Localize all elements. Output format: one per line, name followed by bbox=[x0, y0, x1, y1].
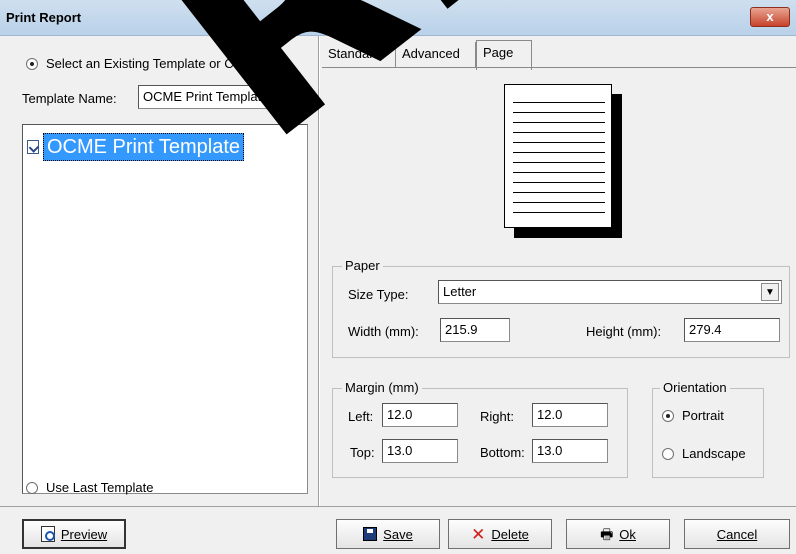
cancel-button[interactable]: Cancel bbox=[684, 519, 790, 549]
page-preview bbox=[504, 84, 622, 238]
last-template-radio[interactable] bbox=[26, 481, 38, 494]
margin-top-input[interactable]: 13.0 bbox=[382, 439, 458, 463]
ok-button[interactable]: 🖶 Ok bbox=[566, 519, 670, 549]
size-type-select[interactable]: Letter ▼ bbox=[438, 280, 782, 304]
preview-button[interactable]: Preview bbox=[22, 519, 126, 549]
close-icon: x bbox=[766, 9, 774, 24]
height-label: Height (mm): bbox=[586, 324, 662, 339]
template-name-input[interactable]: OCME Print Template bbox=[138, 85, 308, 109]
orientation-legend: Orientation bbox=[660, 380, 730, 395]
landscape-radio[interactable] bbox=[662, 447, 674, 460]
tab-page[interactable]: Page bbox=[476, 40, 532, 70]
cancel-label: Cancel bbox=[716, 526, 758, 542]
orientation-group bbox=[652, 388, 764, 478]
tab-standard[interactable]: Standard bbox=[322, 42, 396, 68]
margin-left-input[interactable]: 12.0 bbox=[382, 403, 458, 427]
last-template-option[interactable]: Use Last Template bbox=[26, 480, 153, 495]
printer-icon: 🖶 bbox=[600, 525, 614, 542]
margin-right-label: Right: bbox=[480, 409, 514, 424]
floppy-disk-icon bbox=[363, 527, 378, 541]
existing-template-radio[interactable] bbox=[26, 57, 38, 70]
button-bar: Preview Save ✕ Delete 🖶 Ok Cancel bbox=[0, 506, 796, 554]
delete-label: Delete bbox=[491, 526, 529, 542]
ok-label: Ok bbox=[619, 526, 636, 542]
template-name-label: Template Name: bbox=[22, 91, 117, 106]
tab-content-border bbox=[322, 67, 796, 68]
panel-divider bbox=[318, 36, 320, 506]
template-panel: Select an Existing Template or Create On… bbox=[0, 36, 318, 506]
red-x-icon: ✕ bbox=[471, 524, 486, 544]
magnifier-page-icon bbox=[40, 526, 55, 542]
portrait-option[interactable]: Portrait bbox=[662, 408, 724, 423]
width-input[interactable]: 215.9 bbox=[440, 318, 510, 342]
window-title: Print Report bbox=[6, 10, 82, 25]
template-tree[interactable]: OCME Print Template bbox=[22, 124, 308, 494]
size-type-value: Letter bbox=[443, 284, 477, 299]
save-button[interactable]: Save bbox=[336, 519, 440, 549]
margin-group bbox=[332, 388, 628, 478]
height-input[interactable]: 279.4 bbox=[684, 318, 780, 342]
existing-template-option[interactable]: Select an Existing Template or Create On… bbox=[26, 56, 291, 71]
margin-legend: Margin (mm) bbox=[342, 380, 422, 395]
size-type-label: Size Type: bbox=[348, 287, 409, 302]
tab-advanced[interactable]: Advanced bbox=[396, 42, 476, 68]
save-label: Save bbox=[383, 526, 413, 542]
margin-bottom-label: Bottom: bbox=[480, 445, 525, 460]
landscape-option[interactable]: Landscape bbox=[662, 446, 746, 461]
margin-top-label: Top: bbox=[350, 445, 375, 460]
existing-template-label: Select an Existing Template or Create On… bbox=[46, 56, 292, 71]
checked-document-icon bbox=[27, 140, 39, 154]
title-bar: Print Report x bbox=[0, 0, 796, 36]
margin-bottom-input[interactable]: 13.0 bbox=[532, 439, 608, 463]
preview-label: Preview bbox=[60, 526, 108, 542]
margin-right-input[interactable]: 12.0 bbox=[532, 403, 608, 427]
last-template-label: Use Last Template bbox=[46, 480, 154, 495]
tree-item-label: OCME Print Template bbox=[43, 133, 245, 161]
width-label: Width (mm): bbox=[348, 324, 419, 339]
portrait-label: Portrait bbox=[682, 408, 724, 423]
delete-button[interactable]: ✕ Delete bbox=[448, 519, 552, 549]
margin-left-label: Left: bbox=[348, 409, 374, 424]
chevron-down-icon[interactable]: ▼ bbox=[761, 283, 779, 301]
portrait-radio[interactable] bbox=[662, 409, 674, 422]
paper-legend: Paper bbox=[342, 258, 383, 273]
tree-item[interactable]: OCME Print Template bbox=[27, 133, 245, 161]
landscape-label: Landscape bbox=[682, 446, 746, 461]
close-button[interactable]: x bbox=[750, 7, 790, 27]
page-sheet-icon bbox=[504, 84, 612, 228]
